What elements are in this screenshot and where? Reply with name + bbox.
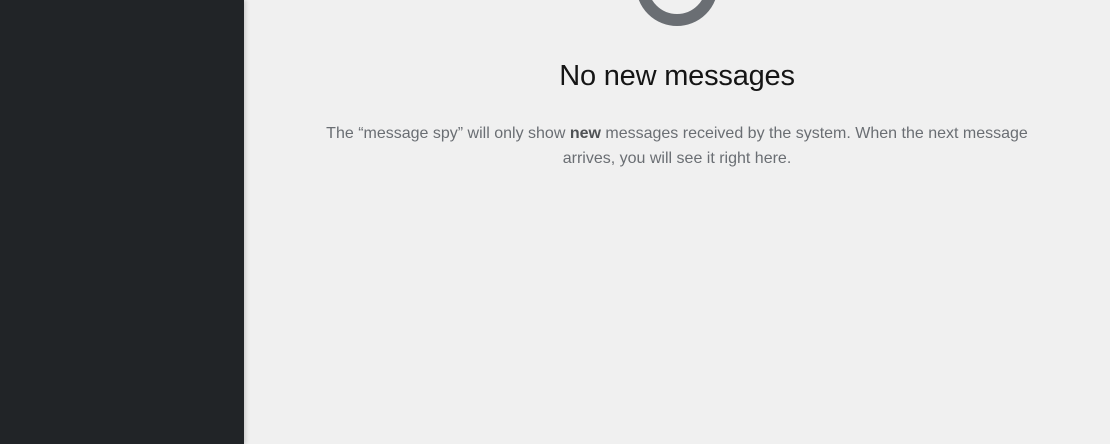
description-text-end: messages received by the system. When th… — [562, 125, 1028, 167]
message-inbox-icon — [636, 0, 718, 26]
empty-state-title: No new messages — [559, 60, 795, 92]
sidebar-nav — [0, 0, 244, 444]
empty-state-description: The “message spy” will only show new mes… — [312, 121, 1042, 171]
app-window: No new messages The “message spy” will o… — [0, 0, 1110, 444]
description-text-start: The “message spy” will only show — [326, 125, 570, 142]
main-content: No new messages The “message spy” will o… — [244, 0, 1110, 444]
description-emphasis: new — [569, 125, 601, 142]
